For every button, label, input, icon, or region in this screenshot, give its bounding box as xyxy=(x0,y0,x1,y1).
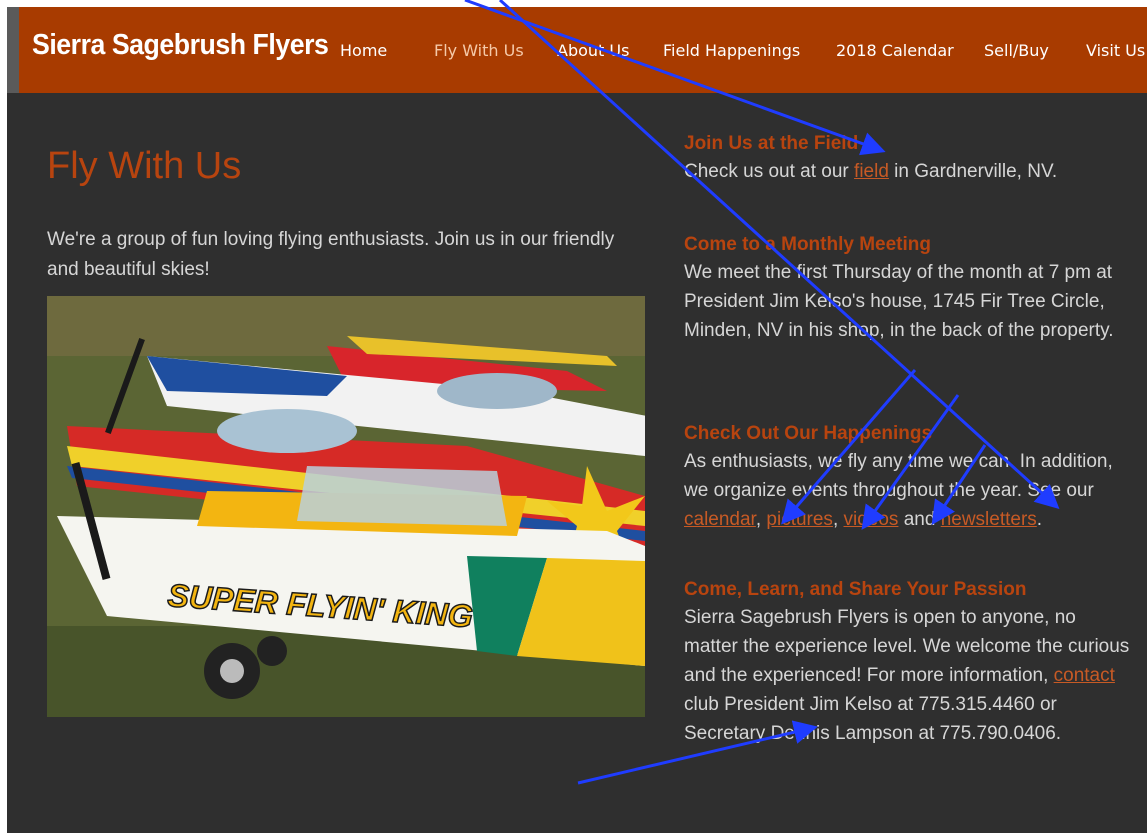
section-passion: Come, Learn, and Share Your Passion Sier… xyxy=(684,577,1134,748)
nav-2018-calendar[interactable]: 2018 Calendar xyxy=(836,41,954,60)
intro-text: We're a group of fun loving flying enthu… xyxy=(47,229,615,280)
nav-fly-with-us[interactable]: Fly With Us xyxy=(434,41,524,60)
nav-about-us[interactable]: About Us xyxy=(557,41,629,60)
section-join-field: Join Us at the Field Check us out at our… xyxy=(684,131,1134,186)
happenings-text: As enthusiasts, we fly any time we can. … xyxy=(684,451,1113,530)
site-header: Sierra Sagebrush Flyers Home Fly With Us… xyxy=(19,7,1147,93)
field-link[interactable]: field xyxy=(854,161,889,182)
happenings-heading: Check Out Our Happenings xyxy=(684,423,933,444)
nav-field-happenings[interactable]: Field Happenings xyxy=(663,41,800,60)
nav-home[interactable]: Home xyxy=(340,41,387,60)
nav-visit-us[interactable]: Visit Us xyxy=(1086,41,1145,60)
calendar-link[interactable]: calendar xyxy=(684,509,756,530)
page: Sierra Sagebrush Flyers Home Fly With Us… xyxy=(7,7,1147,833)
join-heading: Join Us at the Field xyxy=(684,133,859,154)
newsletters-link[interactable]: newsletters xyxy=(941,509,1037,530)
pictures-link[interactable]: pictures xyxy=(766,509,833,530)
passion-heading: Come, Learn, and Share Your Passion xyxy=(684,579,1027,600)
section-happenings: Check Out Our Happenings As enthusiasts,… xyxy=(684,421,1134,534)
meeting-text: We meet the first Thursday of the month … xyxy=(684,262,1114,341)
rc-planes-photo: SUPER FLYIN' KING xyxy=(47,296,645,717)
section-monthly-meeting: Come to a Monthly Meeting We meet the fi… xyxy=(684,232,1134,345)
contact-link[interactable]: contact xyxy=(1054,665,1115,686)
passion-text: Sierra Sagebrush Flyers is open to anyon… xyxy=(684,607,1130,744)
nav-sell-buy[interactable]: Sell/Buy xyxy=(984,41,1049,60)
site-title[interactable]: Sierra Sagebrush Flyers xyxy=(32,29,329,62)
meeting-heading: Come to a Monthly Meeting xyxy=(684,234,931,255)
page-title: Fly With Us xyxy=(47,145,242,187)
videos-link[interactable]: videos xyxy=(844,509,899,530)
left-strip xyxy=(7,7,19,93)
join-text: Check us out at our field in Gardnervill… xyxy=(684,161,1058,182)
